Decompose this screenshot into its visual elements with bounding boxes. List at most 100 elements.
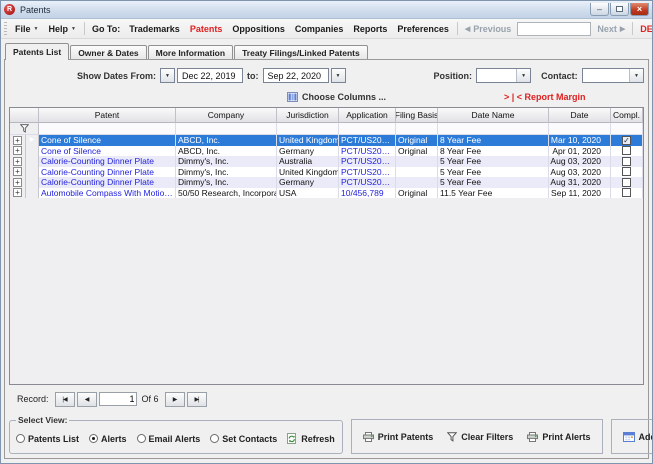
- first-record-button[interactable]: |◀: [55, 392, 75, 407]
- add-to-outlook-button[interactable]: Add to Outlook: [622, 431, 653, 443]
- tab-more-information[interactable]: More Information: [148, 45, 233, 59]
- menu-help[interactable]: Help▼: [43, 22, 80, 36]
- table-row[interactable]: + Automobile Compass With Motion Sensor .…: [10, 188, 643, 199]
- completed-checkbox[interactable]: [622, 178, 631, 187]
- column-header-patent[interactable]: Patent: [39, 108, 176, 123]
- contact-select[interactable]: ▼: [582, 68, 644, 83]
- clear-filters-button[interactable]: Clear Filters: [446, 431, 514, 443]
- completed-checkbox[interactable]: [622, 146, 631, 155]
- application-link[interactable]: PCT/US2004/860...: [341, 135, 393, 145]
- expand-row-button[interactable]: +: [13, 146, 22, 155]
- menu-item-trademarks[interactable]: Trademarks: [124, 22, 185, 36]
- next-record-button[interactable]: ▶: [165, 392, 185, 407]
- application-link[interactable]: 10/456,789: [341, 188, 384, 198]
- patent-link[interactable]: Calorie-Counting Dinner Plate: [41, 167, 154, 177]
- expand-row-button[interactable]: +: [13, 188, 22, 197]
- filter-cell[interactable]: [277, 123, 339, 135]
- position-select[interactable]: ▼: [476, 68, 531, 83]
- row-selector-cell[interactable]: ▶: [26, 135, 39, 146]
- expand-row-button[interactable]: +: [13, 157, 22, 166]
- report-margin-label[interactable]: > | < Report Margin: [504, 92, 586, 102]
- view-radio-patents-list[interactable]: Patents List: [16, 434, 79, 444]
- menu-item-reports[interactable]: Reports: [348, 22, 392, 36]
- view-radio-alerts[interactable]: Alerts: [89, 434, 127, 444]
- application-link[interactable]: PCT/US2007/8976: [341, 177, 393, 187]
- chevron-down-icon[interactable]: ▼: [629, 69, 643, 82]
- to-date-picker[interactable]: Sep 22, 2020 ▼: [263, 68, 346, 83]
- patent-link[interactable]: Cone of Silence: [41, 135, 101, 145]
- column-header-date-name[interactable]: Date Name: [438, 108, 549, 123]
- filter-cell[interactable]: [438, 123, 549, 135]
- column-header-company[interactable]: Company: [176, 108, 277, 123]
- filter-row: Show Dates From: ▼ Dec 22, 2019 to: Sep …: [9, 63, 644, 88]
- menu-item-patents[interactable]: Patents: [185, 22, 228, 36]
- chevron-down-icon[interactable]: ▼: [516, 69, 530, 82]
- row-selector-cell[interactable]: [26, 188, 39, 199]
- current-record-input[interactable]: [99, 392, 137, 406]
- filter-cell[interactable]: [39, 123, 176, 135]
- application-link[interactable]: PCT/US2007/8976: [341, 156, 393, 166]
- patent-link[interactable]: Calorie-Counting Dinner Plate: [41, 177, 154, 187]
- tab-owner-dates[interactable]: Owner & Dates: [70, 45, 146, 59]
- expand-row-button[interactable]: +: [13, 167, 22, 176]
- patent-link[interactable]: Cone of Silence: [41, 146, 101, 156]
- previous-record-button[interactable]: ◀: [77, 392, 97, 407]
- record-search-input[interactable]: [517, 22, 591, 36]
- refresh-button[interactable]: Refresh: [286, 432, 336, 445]
- restore-button[interactable]: [610, 3, 629, 16]
- company-cell: ABCD, Inc.: [176, 135, 277, 146]
- completed-checkbox[interactable]: [622, 167, 631, 176]
- table-row[interactable]: +▶Cone of SilenceABCD, Inc.United Kingdo…: [10, 135, 643, 146]
- column-header-filing-basis[interactable]: Filing Basis: [396, 108, 438, 123]
- filter-cell[interactable]: [611, 123, 643, 135]
- menu-item-preferences[interactable]: Preferences: [392, 22, 454, 36]
- menu-file[interactable]: File▼: [10, 22, 43, 36]
- completed-checkbox[interactable]: [622, 157, 631, 166]
- print-patents-button[interactable]: Print Patents: [362, 431, 435, 443]
- row-selector-cell[interactable]: [26, 167, 39, 178]
- table-row[interactable]: +Calorie-Counting Dinner PlateDimmy's, I…: [10, 156, 643, 167]
- view-radio-email-alerts[interactable]: Email Alerts: [137, 434, 201, 444]
- table-row[interactable]: +Calorie-Counting Dinner PlateDimmy's, I…: [10, 177, 643, 188]
- menu-item-oppositions[interactable]: Oppositions: [227, 22, 290, 36]
- chevron-down-icon[interactable]: ▼: [160, 68, 175, 83]
- row-selector-cell[interactable]: [26, 146, 39, 157]
- close-button[interactable]: ×: [630, 3, 649, 16]
- last-record-button[interactable]: ▶|: [187, 392, 207, 407]
- from-date-value[interactable]: Dec 22, 2019: [177, 68, 243, 83]
- tab-patents-list[interactable]: Patents List: [5, 43, 69, 60]
- expand-row-button[interactable]: +: [13, 178, 22, 187]
- filter-cell[interactable]: [176, 123, 277, 135]
- application-link[interactable]: PCT/US2004/860...: [341, 146, 393, 156]
- column-header-jurisdiction[interactable]: Jurisdiction: [277, 108, 339, 123]
- previous-button[interactable]: ◀ Previous: [461, 24, 515, 34]
- table-row[interactable]: +Cone of SilenceABCD, Inc.GermanyPCT/US2…: [10, 146, 643, 157]
- completed-checkbox[interactable]: ✓: [622, 136, 631, 145]
- filter-cell[interactable]: [396, 123, 438, 135]
- completed-checkbox[interactable]: [622, 188, 631, 197]
- columns-icon: [287, 92, 298, 102]
- column-header-application[interactable]: Application: [339, 108, 396, 123]
- chevron-down-icon[interactable]: ▼: [331, 68, 346, 83]
- table-row[interactable]: +Calorie-Counting Dinner PlateDimmy's, I…: [10, 167, 643, 178]
- patent-link[interactable]: Automobile Compass With Motion Sensor ..…: [41, 188, 173, 198]
- application-link[interactable]: PCT/US2007/8976: [341, 167, 393, 177]
- row-selector-cell[interactable]: [26, 177, 39, 188]
- print-alerts-button[interactable]: Print Alerts: [526, 431, 591, 443]
- row-selector-cell[interactable]: [26, 156, 39, 167]
- filter-cell[interactable]: [549, 123, 611, 135]
- column-header-date[interactable]: Date: [549, 108, 611, 123]
- next-button[interactable]: Next ▶: [593, 24, 629, 34]
- to-date-value[interactable]: Sep 22, 2020: [263, 68, 329, 83]
- choose-columns-button[interactable]: Choose Columns ...: [287, 92, 386, 102]
- view-radio-set-contacts[interactable]: Set Contacts: [210, 434, 277, 444]
- from-date-picker[interactable]: ▼ Dec 22, 2019: [160, 68, 243, 83]
- patent-link[interactable]: Calorie-Counting Dinner Plate: [41, 156, 154, 166]
- column-header-compl[interactable]: Compl.: [611, 108, 643, 123]
- menu-item-companies[interactable]: Companies: [290, 22, 349, 36]
- minimize-button[interactable]: –: [590, 3, 609, 16]
- expand-row-button[interactable]: +: [13, 136, 22, 145]
- grid-filter-button[interactable]: [10, 123, 39, 135]
- filter-cell[interactable]: [339, 123, 396, 135]
- tab-treaty-filings-linked-patents[interactable]: Treaty Filings/Linked Patents: [234, 45, 368, 59]
